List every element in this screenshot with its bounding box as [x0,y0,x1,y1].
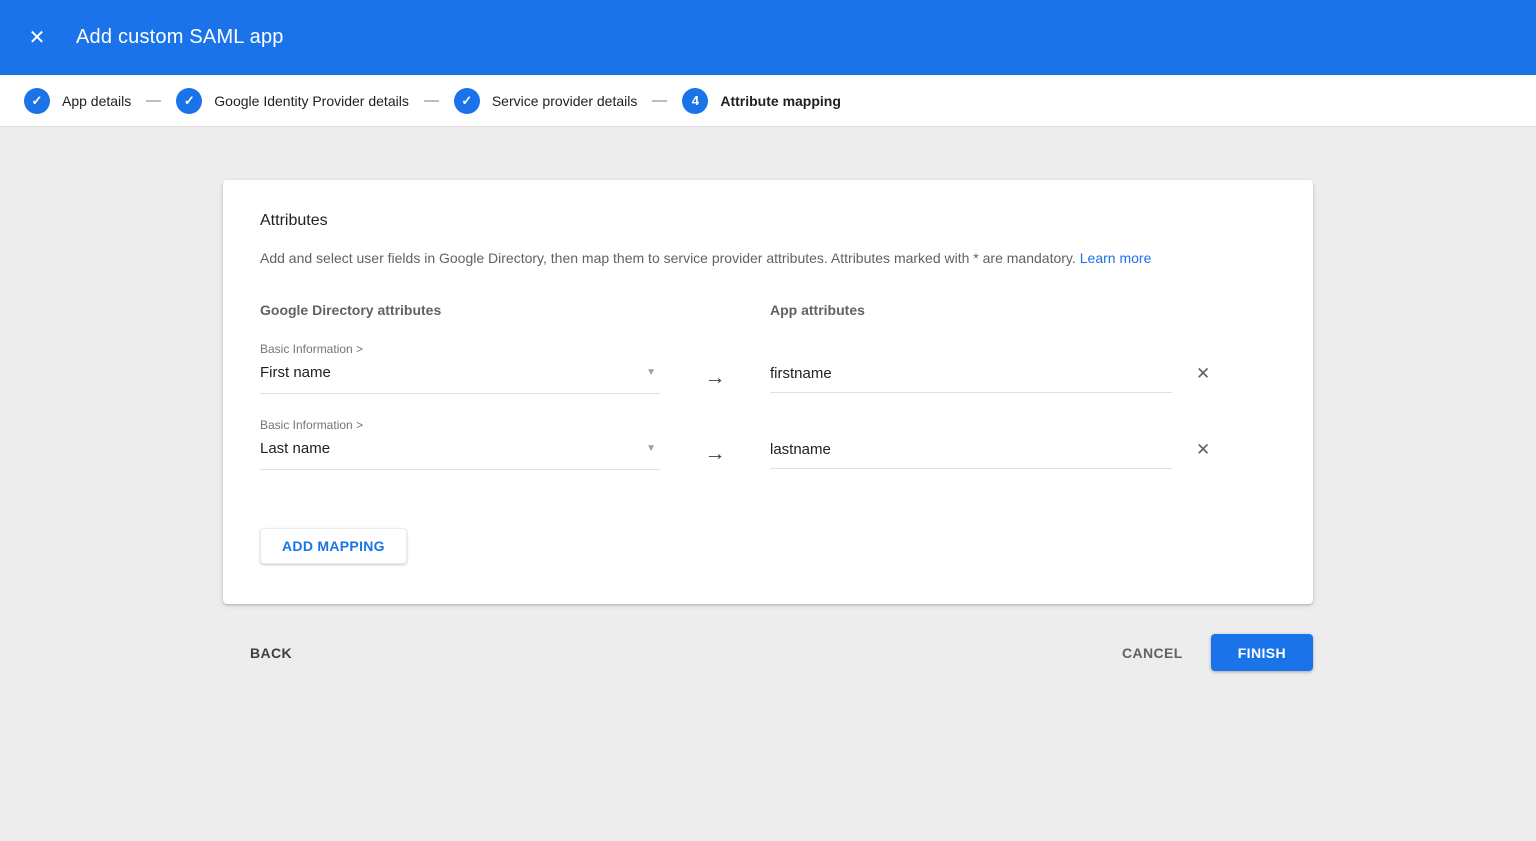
card-description-text: Add and select user fields in Google Dir… [260,250,1076,266]
directory-attribute-value: First name [260,364,331,381]
app-attribute-field [770,342,1172,393]
stepper: ✓ App details ✓ Google Identity Provider… [0,75,1536,127]
mapping-row: Basic Information > Last name ▼ → ✕ [260,418,1276,470]
step-connector [424,100,439,102]
app-attribute-field [770,418,1172,469]
dropdown-arrow-icon: ▼ [646,443,656,454]
app-attribute-input[interactable] [770,441,1172,469]
check-icon: ✓ [454,88,480,114]
add-custom-saml-app-dialog: ✕ Add custom SAML app ✓ App details ✓ Go… [0,0,1536,671]
step-attribute-mapping[interactable]: 4 Attribute mapping [682,88,841,114]
card-description: Add and select user fields in Google Dir… [260,248,1276,268]
attributes-card: Attributes Add and select user fields in… [223,180,1313,604]
dialog-title: Add custom SAML app [76,26,284,49]
map-arrow-icon: → [660,418,770,466]
check-icon: ✓ [176,88,202,114]
mapping-row: Basic Information > First name ▼ → ✕ [260,342,1276,394]
directory-attribute-select[interactable]: Basic Information > Last name ▼ [260,418,660,470]
directory-attribute-category: Basic Information > [260,418,660,433]
directory-attribute-value-line: First name ▼ [260,364,660,381]
card-title: Attributes [260,210,1276,232]
directory-attribute-value: Last name [260,440,330,457]
add-mapping-button[interactable]: ADD MAPPING [260,528,407,564]
columns-header: Google Directory attributes App attribut… [260,302,1276,318]
step-service-provider-details[interactable]: ✓ Service provider details [454,88,638,114]
step-label: App details [62,93,131,109]
dialog-header: ✕ Add custom SAML app [0,0,1536,75]
remove-mapping-icon[interactable]: ✕ [1194,362,1212,386]
close-icon[interactable]: ✕ [24,25,50,51]
step-connector [652,100,667,102]
step-label: Attribute mapping [720,93,841,109]
step-label: Service provider details [492,93,638,109]
finish-button[interactable]: FINISH [1211,634,1313,671]
step-app-details[interactable]: ✓ App details [24,88,131,114]
remove-mapping-icon[interactable]: ✕ [1194,438,1212,462]
app-attributes-header: App attributes [770,302,865,318]
step-label: Google Identity Provider details [214,93,409,109]
back-button[interactable]: BACK [250,645,292,661]
learn-more-link[interactable]: Learn more [1080,250,1152,266]
directory-attribute-value-line: Last name ▼ [260,440,660,457]
check-icon: ✓ [24,88,50,114]
cancel-button[interactable]: CANCEL [1122,645,1183,661]
content-area: Attributes Add and select user fields in… [0,127,1536,671]
footer-actions: BACK CANCEL FINISH [223,634,1313,671]
directory-attribute-category: Basic Information > [260,342,660,357]
step-number: 4 [682,88,708,114]
app-attribute-input[interactable] [770,365,1172,393]
dropdown-arrow-icon: ▼ [646,367,656,378]
map-arrow-icon: → [660,342,770,390]
step-connector [146,100,161,102]
footer-right-actions: CANCEL FINISH [1122,634,1313,671]
directory-attribute-select[interactable]: Basic Information > First name ▼ [260,342,660,394]
step-google-identity-provider-details[interactable]: ✓ Google Identity Provider details [176,88,409,114]
google-directory-attributes-header: Google Directory attributes [260,302,770,318]
